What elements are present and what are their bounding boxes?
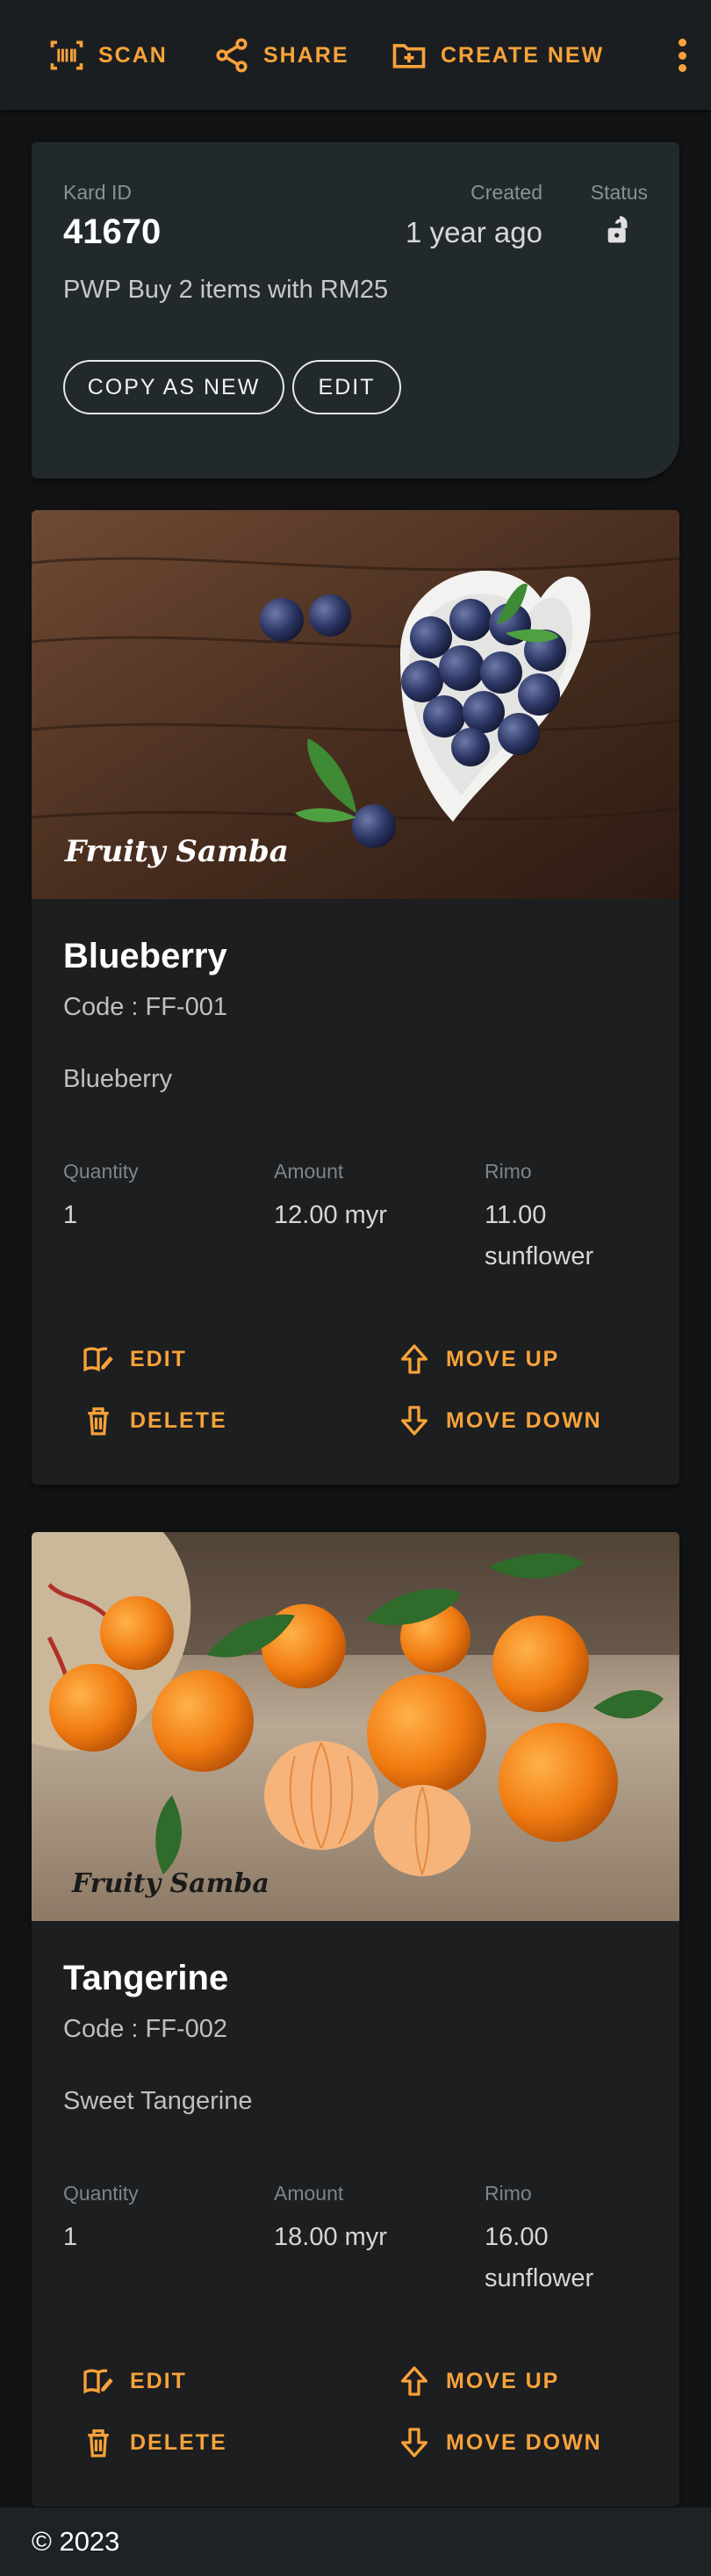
quantity-label: Quantity [63, 1160, 139, 1183]
fruity-samba-logo: Fruity Samba [64, 834, 289, 869]
arrow-down-outline-icon [401, 2428, 427, 2457]
move-up-button[interactable]: MOVE UP [397, 1335, 559, 1383]
item-description: Sweet Tangerine [63, 2087, 253, 2115]
unlock-icon [607, 216, 628, 243]
rimo-label: Rimo [485, 1160, 532, 1183]
created-value: 1 year ago [406, 216, 542, 248]
status-label: Status [590, 181, 648, 204]
arrow-up-outline-icon [401, 2366, 427, 2396]
rimo-value: 11.00 sunflower [485, 1201, 594, 1270]
move-down-button[interactable]: MOVE DOWN [397, 2419, 602, 2466]
create-new-label: CREATE NEW [441, 42, 605, 68]
arrow-down-outline-icon [401, 1406, 427, 1436]
create-new-button[interactable]: CREATE NEW [390, 32, 604, 79]
rimo-value: 16.00 sunflower [485, 2223, 594, 2292]
item-title: Tangerine [63, 1959, 229, 1997]
edit-item-button[interactable]: EDIT [81, 1335, 187, 1383]
move-down-button[interactable]: MOVE DOWN [397, 1397, 602, 1444]
move-down-label: MOVE DOWN [446, 2429, 602, 2455]
kard-summary-card: Kard ID 41670 Created 1 year ago Status … [32, 142, 679, 479]
delete-item-button[interactable]: DELETE [81, 1397, 227, 1444]
delete-item-label: DELETE [130, 1407, 227, 1433]
amount-label: Amount [274, 2182, 344, 2205]
quantity-value: 1 [63, 2223, 78, 2251]
edit-item-label: EDIT [130, 1346, 187, 1371]
copy-as-new-button[interactable]: COPY AS NEW [63, 360, 284, 414]
arrow-up-outline-icon [401, 1344, 427, 1374]
blueberry-image: Fruity Samba [32, 510, 679, 899]
move-up-label: MOVE UP [446, 2368, 560, 2393]
edit-item-label: EDIT [130, 2368, 187, 2393]
book-edit-icon [83, 2369, 113, 2394]
kard-description: PWP Buy 2 items with RM25 [63, 276, 389, 304]
delete-item-label: DELETE [130, 2429, 227, 2455]
share-label: SHARE [263, 42, 349, 68]
share-button[interactable]: SHARE [212, 32, 349, 79]
delete-item-button[interactable]: DELETE [81, 2419, 227, 2466]
amount-value: 18.00 myr [274, 2223, 387, 2251]
item-card: Fruity Samba Tangerine Code : FF-002 Swe… [32, 1532, 679, 2507]
kard-id-label: Kard ID [63, 181, 132, 204]
edit-kard-button[interactable]: EDIT [292, 360, 401, 414]
copyright-text: © 2023 [32, 2526, 120, 2557]
item-code: Code : FF-001 [63, 993, 227, 1021]
quantity-label: Quantity [63, 2182, 139, 2205]
move-down-label: MOVE DOWN [446, 1407, 602, 1433]
item-description: Blueberry [63, 1065, 173, 1093]
kard-id-value: 41670 [63, 212, 162, 251]
scan-button[interactable]: SCAN [47, 32, 168, 79]
created-label: Created [470, 181, 542, 204]
footer: © 2023 [0, 2508, 711, 2576]
move-up-button[interactable]: MOVE UP [397, 2357, 559, 2405]
top-toolbar: SCAN SHARE CREATE NEW [0, 0, 711, 110]
trash-icon [88, 2429, 109, 2457]
fruity-samba-logo: Fruity Samba [71, 1868, 269, 1899]
trash-icon [88, 1407, 109, 1436]
tangerine-image: Fruity Samba [32, 1532, 679, 1921]
scan-label: SCAN [98, 42, 168, 68]
item-code: Code : FF-002 [63, 2015, 227, 2043]
barcode-scan-icon [50, 40, 83, 70]
book-edit-icon [83, 1347, 113, 1372]
amount-label: Amount [274, 1160, 344, 1183]
amount-value: 12.00 myr [274, 1201, 387, 1229]
folder-plus-icon [392, 44, 426, 68]
move-up-label: MOVE UP [446, 1346, 560, 1371]
rimo-label: Rimo [485, 2182, 532, 2205]
item-title: Blueberry [63, 937, 227, 975]
quantity-value: 1 [63, 1201, 78, 1229]
item-card: Fruity Samba Blueberry Code : FF-001 Blu… [32, 510, 679, 1485]
edit-item-button[interactable]: EDIT [81, 2357, 187, 2405]
more-menu-icon[interactable] [669, 35, 695, 76]
share-icon [216, 38, 248, 73]
